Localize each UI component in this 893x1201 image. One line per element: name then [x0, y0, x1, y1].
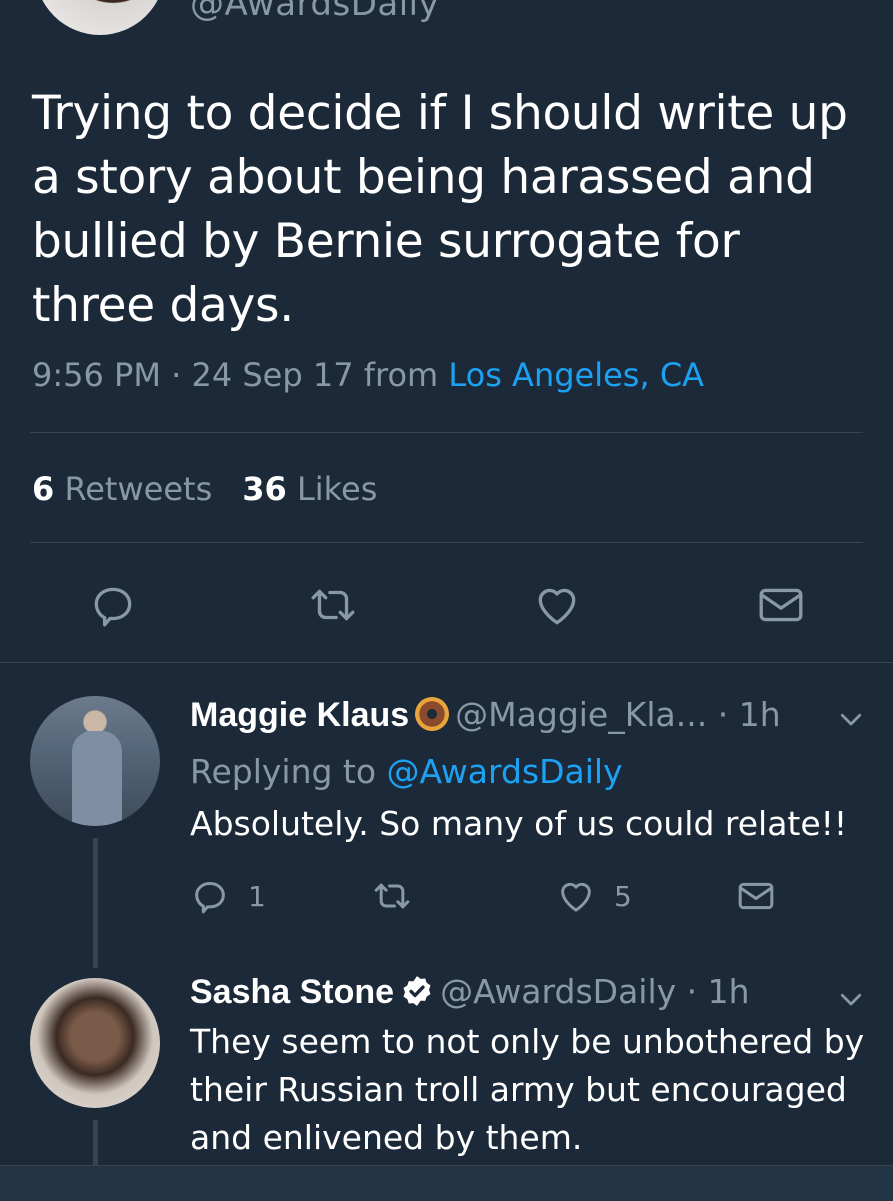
- tweet-timestamp: 9:56 PM · 24 Sep 17: [32, 356, 354, 394]
- bottom-bar: [0, 1165, 893, 1201]
- reply-icon[interactable]: [88, 580, 138, 630]
- author-avatar[interactable]: [35, 0, 165, 35]
- reply-header: Sasha Stone @AwardsDaily · 1h: [190, 972, 750, 1012]
- retweets-stat[interactable]: 6 Retweets: [32, 470, 212, 508]
- divider: [30, 542, 863, 543]
- likes-count: 36: [242, 470, 287, 508]
- reply-reply-action[interactable]: 1: [190, 876, 266, 916]
- reply-time: · 1h: [686, 972, 750, 1011]
- reply-header: Maggie Klaus @Maggie_Kla... · 1h: [190, 695, 781, 735]
- reply-dm-action[interactable]: [736, 876, 776, 916]
- replying-mention-link[interactable]: @AwardsDaily: [387, 752, 623, 791]
- chevron-down-icon[interactable]: [836, 984, 866, 1014]
- reply-author-handle[interactable]: @Maggie_Kla...: [455, 695, 707, 734]
- retweet-icon[interactable]: [308, 580, 358, 630]
- envelope-icon[interactable]: [756, 580, 806, 630]
- donut-emoji: [415, 697, 450, 731]
- author-handle[interactable]: @AwardsDaily: [190, 0, 439, 24]
- thread-line: [93, 838, 98, 968]
- heart-icon[interactable]: [532, 580, 582, 630]
- reply-icon: [190, 876, 230, 916]
- verified-badge-icon: [400, 974, 434, 1008]
- divider: [30, 432, 863, 433]
- reply-like-count: 5: [614, 879, 632, 913]
- tweet-location-link[interactable]: Los Angeles, CA: [448, 356, 704, 394]
- reply-reply-count: 1: [248, 879, 266, 913]
- tweet-text: Trying to decide if I should write up a …: [32, 86, 848, 333]
- likes-label: Likes: [296, 470, 378, 508]
- reply-text: They seem to not only be unbothered by t…: [190, 1022, 865, 1157]
- reply-retweet-action[interactable]: [372, 876, 412, 916]
- divider: [0, 662, 893, 663]
- thread-line: [93, 1120, 98, 1165]
- heart-icon: [556, 876, 596, 916]
- reply-text: Absolutely. So many of us could relate!!: [190, 804, 848, 843]
- replying-label: Replying to: [190, 752, 377, 791]
- tweet-from-label: from: [363, 356, 439, 394]
- likes-stat[interactable]: 36 Likes: [242, 470, 377, 508]
- reply-author-name[interactable]: Maggie Klaus: [190, 696, 409, 734]
- retweets-label: Retweets: [64, 470, 213, 508]
- replying-to: Replying to @AwardsDaily: [190, 752, 623, 791]
- tweet-stats: 6 Retweets 36 Likes: [32, 470, 377, 508]
- reply-author-name[interactable]: Sasha Stone: [190, 973, 394, 1011]
- retweets-count: 6: [32, 470, 55, 508]
- reply-avatar[interactable]: [30, 978, 160, 1108]
- retweet-icon: [372, 876, 412, 916]
- reply-avatar[interactable]: [30, 696, 160, 826]
- reply-like-action[interactable]: 5: [556, 876, 632, 916]
- tweet-meta: 9:56 PM · 24 Sep 17 from Los Angeles, CA: [32, 356, 704, 394]
- envelope-icon: [736, 876, 776, 916]
- reply-author-handle[interactable]: @AwardsDaily: [440, 972, 676, 1011]
- chevron-down-icon[interactable]: [836, 704, 866, 734]
- reply-time: · 1h: [717, 695, 781, 734]
